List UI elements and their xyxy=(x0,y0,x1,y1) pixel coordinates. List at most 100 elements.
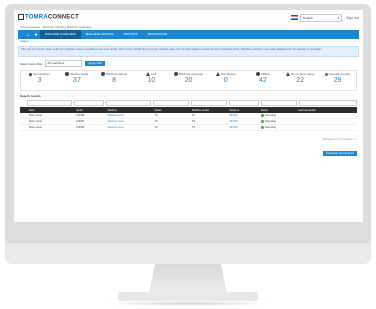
machine-link[interactable]: Machine name xyxy=(106,120,153,123)
cell-serial: 123458 xyxy=(76,126,85,129)
stat-label: Attendance xyxy=(220,72,236,76)
filter-machine-model-input[interactable] xyxy=(190,100,227,106)
serialno-link[interactable]: 987654 xyxy=(227,114,258,117)
logo-icon xyxy=(18,14,24,21)
table-pager[interactable]: Showing 1 to 3 of 3 entries ‹ 1 › xyxy=(20,138,357,141)
sub-nav-status[interactable]: Status xyxy=(14,39,363,44)
cell-store: Store name xyxy=(28,126,42,129)
stat-machine-warnings[interactable]: Machine warnings 20 xyxy=(170,71,207,90)
cell-status: Operating xyxy=(259,125,296,130)
filter-status-input[interactable] xyxy=(260,100,297,106)
monitor-stand-neck xyxy=(149,264,227,293)
cell-model: T9 xyxy=(154,126,158,129)
cell-store: Store name xyxy=(28,120,42,123)
status-ok-icon xyxy=(260,119,264,123)
apply-filter-button[interactable]: Apply filter xyxy=(85,61,106,66)
stand-shadow xyxy=(104,301,272,306)
stat-value: 20 xyxy=(184,77,193,84)
tab-backoffice[interactable]: BACKOFFICE xyxy=(143,30,172,39)
warning-icon xyxy=(100,72,105,76)
stat-value: 3 xyxy=(37,77,42,84)
stat-value: 8 xyxy=(112,77,116,84)
tab-reports[interactable]: REPORTS xyxy=(118,30,142,39)
table-row[interactable]: Store name 123458 Machine name T9 T9 987… xyxy=(20,125,357,131)
cell-machine-model: T9 xyxy=(192,126,195,129)
machine-link[interactable]: Machine name xyxy=(106,126,153,129)
stat-label: Operating today xyxy=(328,72,351,76)
stat-label-row: No of users today xyxy=(282,72,319,76)
tab-machine-overview[interactable]: MACHINE OVERVIEW xyxy=(40,30,81,39)
stat-value: 29 xyxy=(333,77,342,84)
stat-label-row: Alarms (total) xyxy=(58,72,95,76)
stat-all-machines[interactable]: All machines 3 xyxy=(21,71,58,90)
search-results-heading: Search results xyxy=(20,94,41,98)
machine-table: Store Serial Machine Model Machine model… xyxy=(20,99,357,131)
serialno-link[interactable]: 987656 xyxy=(227,126,258,129)
column-header[interactable]: Serial xyxy=(74,109,105,112)
column-header[interactable]: Model xyxy=(153,109,190,112)
tab-machine-groups[interactable]: MACHINE GROUPS xyxy=(81,30,119,39)
column-header[interactable]: Machine model xyxy=(190,109,227,112)
stat-value: 0 xyxy=(223,77,228,84)
signout-link[interactable]: Sign out xyxy=(346,16,359,20)
info-notice: Here you can find the status of all your… xyxy=(18,46,359,57)
stat-full[interactable]: Full 10 xyxy=(133,71,170,90)
stat-attendance[interactable]: Attendance 0 xyxy=(207,71,244,90)
column-header[interactable]: Store xyxy=(27,109,74,112)
chevron-down-icon: ▾ xyxy=(337,15,340,20)
stat-label-row: Offline xyxy=(244,72,281,76)
stat-label-row: All machines xyxy=(21,71,58,77)
cell-model: T9 xyxy=(154,114,158,117)
filter-machine-input[interactable] xyxy=(106,100,152,106)
store-filter-row: Select store filter All machines Apply f… xyxy=(20,60,357,67)
stat-machine-alarms[interactable]: Machine alarms 8 xyxy=(95,71,132,90)
filter-last-input[interactable] xyxy=(298,100,357,106)
stat-value: 42 xyxy=(259,77,267,84)
stat-label-row: Attendance xyxy=(207,72,244,76)
status-text: Operating xyxy=(264,126,276,130)
filter-store-input[interactable] xyxy=(26,100,72,106)
stat-label: Machine alarms xyxy=(105,72,128,76)
machine-link[interactable]: Machine name xyxy=(106,114,153,117)
stat-label-row: Full xyxy=(133,72,170,76)
stat-label: No of users today xyxy=(290,72,315,76)
cell-serial: 123456 xyxy=(76,114,85,117)
cell-model: T9 xyxy=(154,120,158,123)
top-header: TOMRACONNECT English ▾ Sign out xyxy=(14,10,363,25)
stat-label: All machines xyxy=(33,72,51,76)
full-icon xyxy=(146,72,151,76)
column-header[interactable]: Machine xyxy=(106,109,153,112)
warn-circle-icon xyxy=(173,72,178,76)
cell-status: Operating xyxy=(259,119,296,124)
user-icon[interactable]: ● xyxy=(32,32,40,38)
status-ok-icon xyxy=(260,125,264,129)
cell-serial: 123457 xyxy=(76,120,85,123)
column-header[interactable]: Serial no xyxy=(227,109,258,112)
status-text: Operating xyxy=(264,120,276,124)
stat-label: Machine warnings xyxy=(178,72,204,76)
stat-operating-today[interactable]: Operating today 29 xyxy=(319,71,356,90)
stat-label: Alarms (total) xyxy=(70,72,89,76)
stat-offline[interactable]: Offline 42 xyxy=(244,71,281,90)
filter-model-input[interactable] xyxy=(153,100,189,106)
stat-users-today[interactable]: No of users today 22 xyxy=(282,71,319,90)
language-select[interactable]: English ▾ xyxy=(300,13,343,22)
column-header[interactable]: Last transaction xyxy=(296,109,357,112)
flag-icon xyxy=(291,15,299,20)
user-icon xyxy=(285,72,290,76)
download-excel-button[interactable]: Download report to Excel xyxy=(323,151,357,156)
filter-serial-input[interactable] xyxy=(73,100,105,106)
main-nav: ⌂ ● MACHINE OVERVIEW MACHINE GROUPS REPO… xyxy=(18,30,359,39)
column-header[interactable]: Status xyxy=(259,109,296,112)
app-logo[interactable]: TOMRACONNECT xyxy=(18,14,79,21)
home-icon[interactable]: ⌂ xyxy=(24,32,32,38)
stats-panel: All machines 3 Alarms (total) 37 Machine… xyxy=(20,70,357,91)
monitor-stand-base xyxy=(118,292,258,301)
store-filter-select[interactable]: All machines xyxy=(45,60,83,67)
stat-value: 37 xyxy=(72,77,81,84)
serialno-link[interactable]: 987655 xyxy=(227,120,258,123)
stat-alarms-total[interactable]: Alarms (total) 37 xyxy=(58,71,95,90)
filter-serialno-input[interactable] xyxy=(228,100,259,106)
check-icon xyxy=(324,72,328,76)
stat-label: Offline xyxy=(261,72,270,76)
